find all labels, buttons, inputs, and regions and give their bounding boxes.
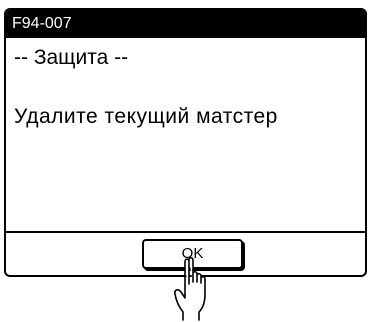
dialog-heading: -- Защита -- (14, 46, 129, 69)
dialog-divider (6, 231, 365, 233)
hand-pointer-icon (174, 256, 206, 321)
error-code: F94-007 (12, 15, 72, 32)
dialog-titlebar: F94-007 (6, 10, 365, 38)
dialog-message: Удалите текущий матстер (14, 105, 278, 128)
alert-dialog: F94-007 -- Защита -- Удалите текущий мат… (4, 8, 367, 277)
